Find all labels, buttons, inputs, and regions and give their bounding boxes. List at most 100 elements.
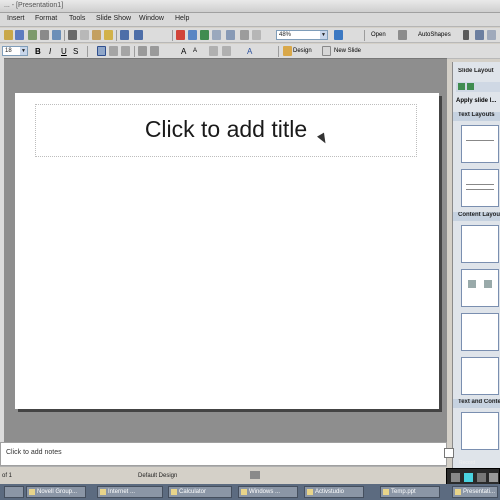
menu-format[interactable]: Format [35, 15, 57, 22]
taskbar-item-label: Novell Group... [37, 489, 78, 495]
standard-toolbar: 48% ▼ Open AutoShapes [0, 28, 500, 43]
record-icon[interactable] [464, 473, 473, 482]
paste-icon[interactable] [92, 30, 101, 40]
design-button[interactable]: Design [293, 48, 312, 54]
menu-tools[interactable]: Tools [69, 15, 85, 22]
taskbar-item[interactable]: Temp.ppt [380, 486, 440, 498]
back-icon[interactable] [458, 83, 465, 90]
layout-thumbnail[interactable] [461, 313, 499, 351]
bullets-icon[interactable] [150, 46, 159, 56]
slide-count: of 1 [2, 473, 13, 479]
numbering-icon[interactable] [138, 46, 147, 56]
line-tool-icon[interactable] [463, 30, 469, 40]
toolbar-separator [64, 30, 65, 41]
design-name: Default Design [138, 473, 178, 479]
grid-icon[interactable] [226, 30, 235, 40]
shadow-icon[interactable]: S [73, 47, 78, 56]
increase-font-icon[interactable]: A [181, 47, 186, 56]
content-icon [468, 280, 476, 288]
open-icon[interactable] [4, 30, 13, 40]
start-button[interactable] [4, 486, 24, 498]
zoom-value: 48% [279, 32, 292, 38]
layout-thumbnail[interactable] [461, 225, 499, 263]
content-icon [484, 280, 492, 288]
layout-thumbnail[interactable] [461, 169, 499, 207]
toolbar-separator [278, 46, 279, 57]
layout-thumbnail[interactable] [461, 412, 499, 450]
toolbar-separator [172, 30, 173, 41]
spell-check-icon [250, 471, 260, 479]
menu-window[interactable]: Window [139, 15, 164, 22]
recorder-window-icon[interactable] [444, 448, 454, 458]
increase-indent-icon[interactable] [222, 46, 231, 56]
insert-picture-icon[interactable] [200, 30, 209, 40]
layout-thumbnail[interactable] [461, 125, 499, 163]
close-icon[interactable] [489, 473, 498, 482]
open-menu-label[interactable]: Open [371, 32, 386, 38]
toolbar-separator [364, 30, 365, 41]
status-bar: of 1 Default Design [0, 466, 447, 484]
menu-help[interactable]: Help [175, 15, 189, 22]
section-content-layouts: Content Layouts [453, 212, 500, 221]
insert-table-icon[interactable] [188, 30, 197, 40]
format-painter-icon[interactable] [104, 30, 113, 40]
color-grayscale-icon[interactable] [240, 30, 249, 40]
layout-thumbnail[interactable] [461, 269, 499, 307]
outline-pane-edge[interactable] [0, 58, 4, 442]
copy-icon[interactable] [80, 30, 89, 40]
expand-icon[interactable] [212, 30, 221, 40]
print-icon[interactable] [40, 30, 49, 40]
decrease-indent-icon[interactable] [209, 46, 218, 56]
taskbar-item[interactable]: Calculator [168, 486, 232, 498]
section-text-layouts: Text Layouts [453, 112, 500, 121]
italic-icon[interactable]: I [49, 47, 51, 56]
layout-line [466, 189, 494, 190]
taskbar-item[interactable]: Windows ... [238, 486, 298, 498]
layout-line [466, 140, 494, 141]
help-icon[interactable] [334, 30, 343, 40]
redo-icon[interactable] [134, 30, 143, 40]
stop-icon[interactable] [451, 473, 460, 482]
rectangle-tool-icon[interactable] [487, 30, 496, 40]
select-objects-icon[interactable] [398, 30, 407, 40]
undo-icon[interactable] [120, 30, 129, 40]
insert-chart-icon[interactable] [176, 30, 185, 40]
title-placeholder-text[interactable]: Click to add title [35, 116, 417, 143]
cut-icon[interactable] [68, 30, 77, 40]
menu-insert[interactable]: Insert [7, 15, 25, 22]
font-size-select[interactable]: 18 ▼ [2, 46, 28, 56]
bold-icon[interactable]: B [35, 47, 41, 56]
align-right-icon[interactable] [121, 46, 130, 56]
notes-pane[interactable]: Click to add notes [0, 442, 447, 466]
new-slide-icon[interactable] [322, 46, 331, 56]
taskbar-item[interactable]: Internet ... [97, 486, 163, 498]
zoom-select[interactable]: 48% ▼ [276, 30, 328, 40]
show-formatting-icon[interactable] [252, 30, 261, 40]
permission-icon[interactable] [28, 30, 37, 40]
task-pane-nav[interactable] [456, 82, 500, 92]
arrow-tool-icon[interactable] [475, 30, 484, 40]
new-slide-button[interactable]: New Slide [334, 48, 361, 54]
save-icon[interactable] [15, 30, 24, 40]
font-size-value: 18 [5, 48, 12, 54]
align-center-icon[interactable] [109, 46, 118, 56]
notes-placeholder[interactable]: Click to add notes [6, 449, 62, 456]
layout-thumbnail[interactable] [461, 357, 499, 395]
taskbar-item[interactable]: Novell Group... [26, 486, 86, 498]
taskbar-item[interactable]: Presentati... [452, 486, 498, 498]
underline-icon[interactable]: U [61, 47, 67, 56]
taskbar-item[interactable]: Activstudio [304, 486, 364, 498]
taskbar-item-label: Calculator [179, 489, 207, 495]
toolbar-separator [87, 46, 88, 57]
pause-icon[interactable] [477, 473, 486, 482]
autoshapes-menu[interactable]: AutoShapes [418, 32, 451, 38]
preview-icon[interactable] [52, 30, 61, 40]
decrease-font-icon[interactable]: A [193, 48, 197, 54]
forward-icon[interactable] [467, 83, 474, 90]
align-left-icon[interactable] [97, 46, 106, 56]
chevron-down-icon: ▼ [320, 31, 327, 39]
app-icon [100, 489, 106, 495]
design-icon[interactable] [283, 46, 292, 56]
font-color-icon[interactable]: A [247, 47, 252, 56]
menu-slide-show[interactable]: Slide Show [96, 15, 131, 22]
